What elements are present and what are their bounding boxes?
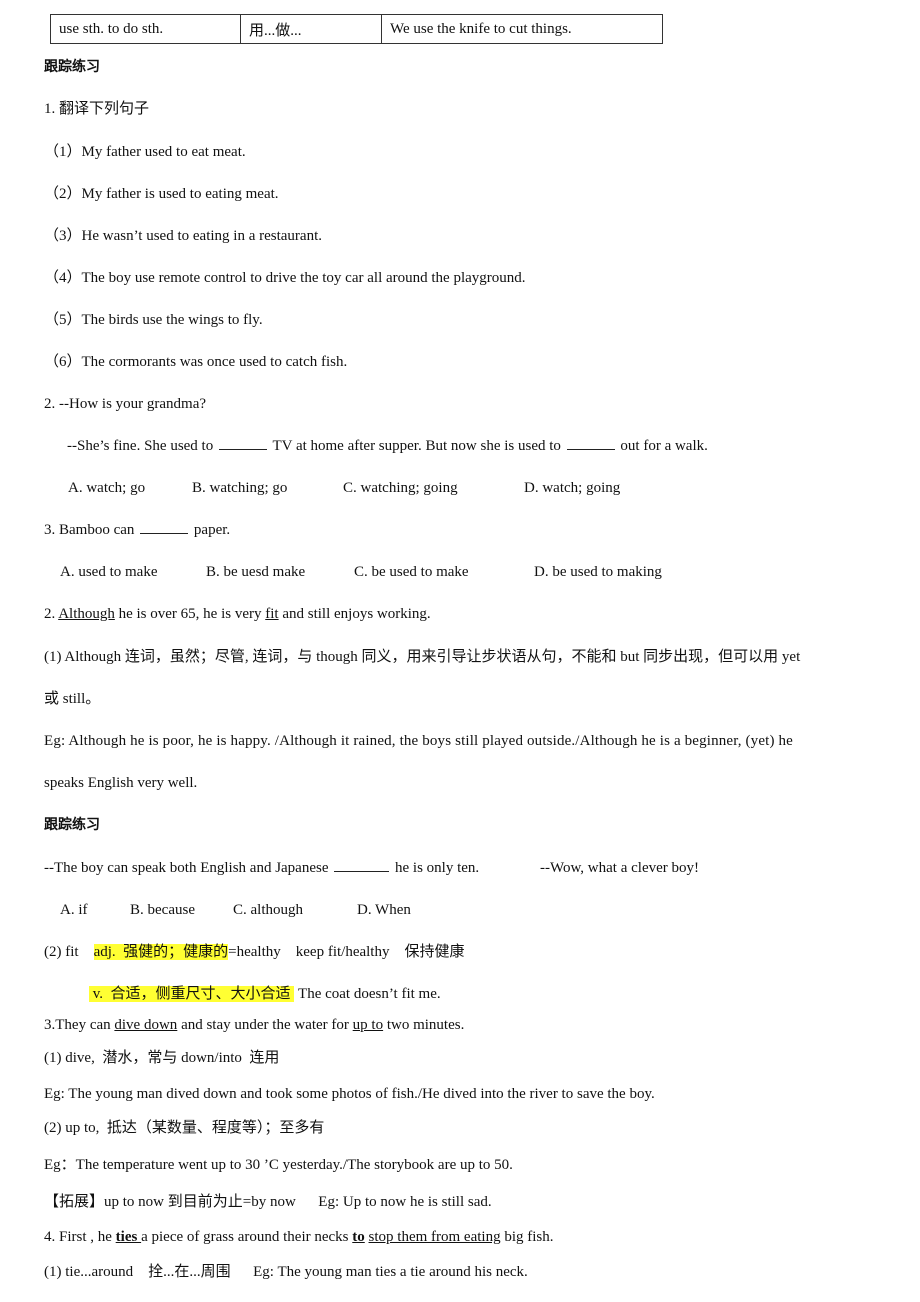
text-segment: =healthy keep fit/healthy 保持健康 [228, 944, 465, 960]
underlined-word: Although [58, 606, 115, 622]
meaning-cell: 用...做... [240, 14, 382, 44]
text-segment: and stay under the water for [177, 1017, 353, 1033]
option-c: C. although [233, 902, 303, 918]
question-2-dialogue: --She’s fine. She used to TV at home aft… [67, 436, 708, 456]
note-line: (1) Although 连词，虽然；尽管, 连词，与 though 同义，用来… [44, 649, 801, 665]
answer-blank [566, 437, 615, 450]
list-item: （3）He wasn’t used to eating in a restaur… [44, 228, 322, 244]
text-segment: --She’s fine. She used to [67, 438, 217, 454]
question-title: 1. 翻译下列句子 [44, 101, 150, 117]
example-line: Eg：The temperature went up to 30 ’C yest… [44, 1157, 513, 1173]
text-segment: The coat doesn’t fit me. [294, 986, 441, 1002]
list-item: （6）The cormorants was once used to catch… [44, 354, 348, 370]
option-b: B. be uesd make [206, 564, 306, 580]
option-b: B. because [130, 902, 195, 918]
practice-reply: --Wow, what a clever boy! [540, 860, 700, 876]
answer-blank [140, 521, 189, 534]
text-segment: he is over 65, he is very [114, 606, 266, 622]
answer-blank [334, 859, 390, 872]
phrase-table: use sth. to do sth. 用...做... We use the … [50, 14, 663, 44]
option-a: A. watch; go [68, 480, 146, 496]
text-segment: big fish. [500, 1229, 554, 1245]
highlighted-text: adj. 强健的；健康的 [93, 944, 229, 960]
section-heading: 跟踪练习 [44, 817, 100, 833]
note-line: 或 still。 [44, 691, 101, 707]
text-segment: 3. Bamboo can [44, 522, 139, 538]
key-sentence-3: 3.They can dive down and stay under the … [44, 1015, 464, 1035]
bold-underlined-word: ties [115, 1229, 142, 1245]
text-segment: two minutes. [383, 1017, 465, 1033]
option-a: A. if [60, 902, 88, 918]
answer-blank [218, 437, 267, 450]
text-segment: --The boy can speak both English and Jap… [44, 860, 333, 876]
question-3: 3. Bamboo can paper. [44, 520, 230, 540]
example-cell: We use the knife to cut things. [381, 14, 663, 44]
phrase-cell: use sth. to do sth. [50, 14, 241, 44]
option-a: A. used to make [60, 564, 158, 580]
example-line: speaks English very well. [44, 775, 198, 791]
list-item: （4）The boy use remote control to drive t… [44, 270, 526, 286]
option-d: D. When [357, 902, 411, 918]
text-segment: out for a walk. [616, 438, 708, 454]
highlighted-text: v. 合适，侧重尺寸、大小合适 [89, 986, 295, 1002]
list-item: （1）My father used to eat meat. [44, 144, 246, 160]
text-segment: (2) fit [44, 944, 79, 960]
underlined-word: fit [265, 606, 279, 622]
key-sentence-4: 4. First , he ties a piece of grass arou… [44, 1227, 554, 1247]
text-segment: he is only ten. [391, 860, 480, 876]
option-c: C. be used to make [354, 564, 469, 580]
question-2: 2. --How is your grandma? [44, 396, 207, 412]
note-line: (1) tie...around 拴...在...周围 Eg: The youn… [44, 1264, 528, 1280]
section-heading: 跟踪练习 [44, 59, 100, 75]
text-segment: 4. First , he [44, 1229, 116, 1245]
option-d: D. be used to making [534, 564, 662, 580]
text-segment: 3.They can [44, 1017, 115, 1033]
example-line: Eg: The young man dived down and took so… [44, 1086, 655, 1102]
option-b: B. watching; go [192, 480, 288, 496]
key-sentence-2: 2. Although he is over 65, he is very fi… [44, 604, 431, 624]
table-row: use sth. to do sth. 用...做... We use the … [50, 14, 663, 44]
list-item: （5）The birds use the wings to fly. [44, 312, 263, 328]
underlined-phrase: dive down [114, 1017, 178, 1033]
bold-underlined-word: to [352, 1229, 365, 1245]
text-segment: paper. [190, 522, 231, 538]
underlined-phrase: stop them from eating [368, 1229, 501, 1245]
text-segment: 2. [44, 606, 59, 622]
option-c: C. watching; going [343, 480, 458, 496]
note-line: (2) up to, 抵达（某数量、程度等）；至多有 [44, 1120, 325, 1136]
underlined-phrase: up to [352, 1017, 384, 1033]
text-segment: a piece of grass around their necks [141, 1229, 353, 1245]
list-item: （2）My father is used to eating meat. [44, 186, 279, 202]
fit-adj-note: (2) fit adj. 强健的；健康的=healthy keep fit/he… [44, 942, 464, 962]
example-line: Eg: Although he is poor, he is happy. /A… [44, 733, 793, 749]
extension-note: 【拓展】up to now 到目前为止=by now Eg: Up to now… [44, 1194, 492, 1210]
text-segment: and still enjoys working. [278, 606, 431, 622]
note-line: (1) dive, 潜水，常与 down/into 连用 [44, 1050, 280, 1066]
option-d: D. watch; going [524, 480, 621, 496]
practice-question: --The boy can speak both English and Jap… [44, 858, 479, 878]
fit-verb-note: v. 合适，侧重尺寸、大小合适 The coat doesn’t fit me. [89, 984, 441, 1004]
text-segment: TV at home after supper. But now she is … [268, 438, 565, 454]
